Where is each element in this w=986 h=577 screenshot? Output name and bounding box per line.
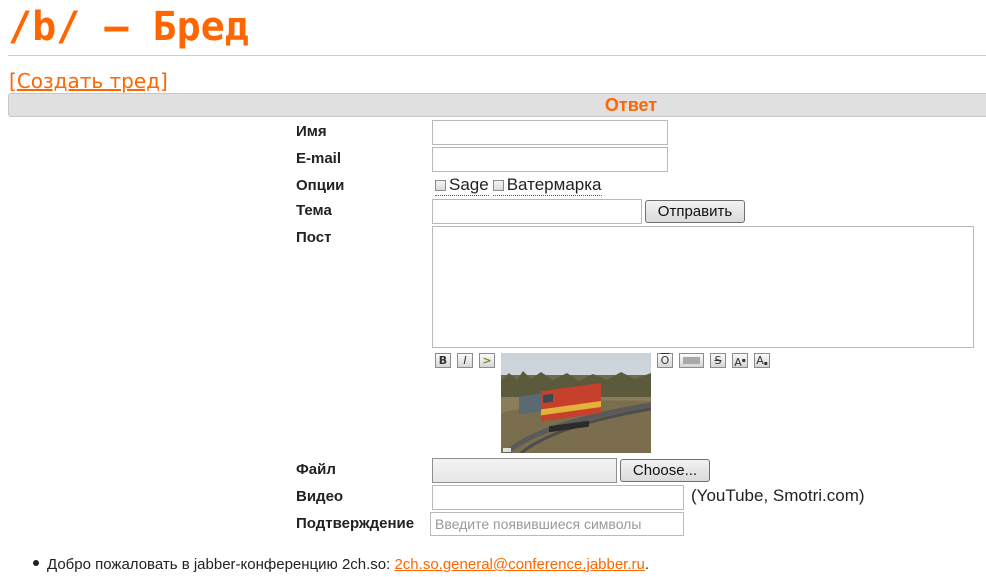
watermark-option[interactable]: Ватермарка xyxy=(492,175,602,196)
overline-icon[interactable]: O xyxy=(657,353,673,368)
video-hint: (YouTube, Smotri.com) xyxy=(691,486,865,505)
strike-icon[interactable]: S xyxy=(710,353,726,368)
bullet-icon xyxy=(33,560,39,566)
email-input[interactable] xyxy=(432,147,668,172)
post-textarea[interactable] xyxy=(432,226,974,348)
video-input[interactable] xyxy=(432,485,684,510)
train-photo-icon xyxy=(501,353,651,453)
captcha-label: Подтверждение xyxy=(296,515,415,532)
bold-icon[interactable]: B xyxy=(435,353,451,368)
superscript-icon[interactable]: A▪ xyxy=(732,353,748,369)
board-title: /b/ – Бред xyxy=(8,4,249,50)
name-input[interactable] xyxy=(432,120,668,145)
bracket-open: [ xyxy=(9,69,17,93)
sage-checkbox[interactable] xyxy=(435,180,446,191)
watermark-option-label: Ватермарка xyxy=(506,175,602,194)
captcha-input[interactable] xyxy=(430,512,684,536)
jabber-end: . xyxy=(644,556,650,573)
submit-button[interactable]: Отправить xyxy=(645,200,745,223)
jabber-link[interactable]: 2ch.so.general@conference.jabber.ru xyxy=(394,556,644,573)
bracket-close: ] xyxy=(160,69,168,93)
options-group: Sage Ватермарка xyxy=(435,175,606,196)
reply-heading: Ответ xyxy=(604,95,658,115)
sage-option[interactable]: Sage xyxy=(435,175,489,196)
file-path-field[interactable] xyxy=(432,458,617,483)
jabber-text: Добро пожаловать в jabber-конференцию 2c… xyxy=(47,556,395,573)
superscript-icon-glyph: A xyxy=(734,356,742,369)
subscript-icon[interactable]: A▪ xyxy=(754,353,770,368)
video-label: Видео xyxy=(296,488,344,505)
spoiler-icon[interactable] xyxy=(679,353,704,368)
choose-file-button[interactable]: Choose... xyxy=(620,459,710,482)
email-label: E-mail xyxy=(296,150,342,167)
file-label: Файл xyxy=(296,461,336,478)
options-label: Опции xyxy=(296,177,345,194)
watermark-checkbox[interactable] xyxy=(492,180,504,191)
italic-icon[interactable]: I xyxy=(457,353,473,368)
post-label: Пост xyxy=(296,229,332,246)
name-label: Имя xyxy=(296,123,327,140)
sage-option-label: Sage xyxy=(449,175,489,194)
create-thread-text: Создать тред xyxy=(16,69,161,93)
reply-header-bar: Ответ xyxy=(8,93,986,117)
captcha-image xyxy=(501,353,651,453)
title-divider xyxy=(8,55,986,56)
subject-input[interactable] xyxy=(432,199,642,224)
create-thread-link[interactable]: [Создать тред] xyxy=(9,69,168,93)
subscript-icon-glyph: A xyxy=(756,354,764,367)
jabber-info: Добро пожаловать в jabber-конференцию 2c… xyxy=(33,555,649,575)
subject-label: Тема xyxy=(296,202,332,219)
quote-icon[interactable]: > xyxy=(479,353,495,368)
